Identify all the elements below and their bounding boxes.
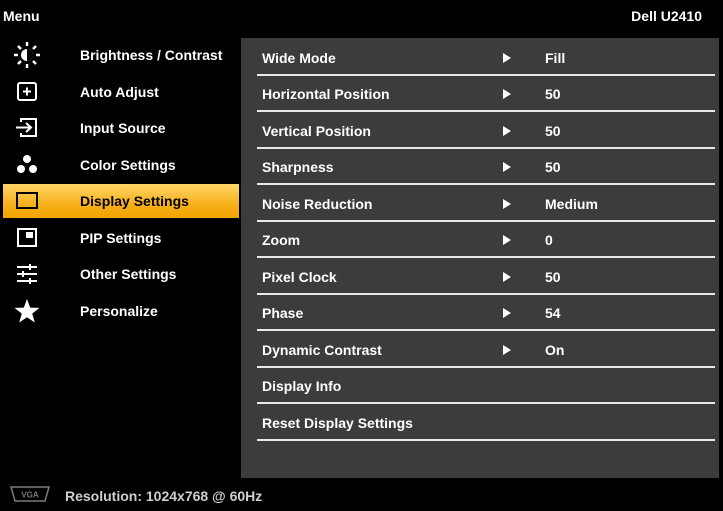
display-settings-icon (13, 188, 41, 214)
other-settings-icon (13, 261, 41, 287)
sidebar-item-label: Auto Adjust (80, 84, 159, 100)
option-sharpness[interactable]: Sharpness 50 (257, 149, 715, 185)
option-reset-display-settings[interactable]: Reset Display Settings (257, 405, 715, 441)
option-label: Display Info (262, 378, 342, 394)
option-value: On (545, 342, 565, 358)
option-value: 50 (545, 159, 561, 175)
option-value: Fill (545, 50, 566, 66)
arrow-right-icon (503, 53, 511, 63)
sidebar-item-auto-adjust[interactable]: Auto Adjust (3, 75, 239, 109)
divider (257, 256, 715, 258)
option-label: Noise Reduction (262, 196, 373, 212)
sidebar-item-label: Personalize (80, 303, 158, 319)
auto-adjust-icon (13, 79, 41, 105)
option-value: 50 (545, 86, 561, 102)
sidebar-item-other-settings[interactable]: Other Settings (3, 257, 239, 291)
option-label: Pixel Clock (262, 269, 337, 285)
divider (257, 329, 715, 331)
option-label: Phase (262, 305, 304, 321)
option-horizontal-position[interactable]: Horizontal Position 50 (257, 76, 715, 112)
option-value: 50 (545, 123, 561, 139)
sidebar-item-color-settings[interactable]: Color Settings (3, 148, 239, 182)
option-label: Zoom (262, 232, 301, 248)
arrow-right-icon (503, 235, 511, 245)
vga-connector-icon: VGA (8, 485, 52, 503)
option-label: Reset Display Settings (262, 415, 413, 431)
arrow-right-icon (503, 345, 511, 355)
option-display-info[interactable]: Display Info (257, 368, 715, 404)
option-pixel-clock[interactable]: Pixel Clock 50 (257, 259, 715, 295)
option-value: 0 (545, 232, 553, 248)
sidebar-item-label: Color Settings (80, 157, 176, 173)
sidebar-item-input-source[interactable]: Input Source (3, 111, 239, 145)
divider (257, 110, 715, 112)
option-label: Horizontal Position (262, 86, 390, 102)
sidebar-item-label: Input Source (80, 120, 166, 136)
arrow-right-icon (503, 199, 511, 209)
option-zoom[interactable]: Zoom 0 (257, 222, 715, 258)
sidebar-item-pip-settings[interactable]: PIP Settings (3, 221, 239, 255)
sidebar-item-display-settings[interactable]: Display Settings (3, 184, 239, 218)
option-phase[interactable]: Phase 54 (257, 295, 715, 331)
divider (257, 402, 715, 404)
color-settings-icon (13, 152, 41, 178)
option-label: Sharpness (262, 159, 334, 175)
option-value: 50 (545, 269, 561, 285)
arrow-right-icon (503, 89, 511, 99)
option-label: Wide Mode (262, 50, 336, 66)
status-bar: VGA Resolution: 1024x768 @ 60Hz (0, 480, 723, 511)
option-vertical-position[interactable]: Vertical Position 50 (257, 113, 715, 149)
brightness-icon (13, 42, 41, 68)
arrow-right-icon (503, 308, 511, 318)
svg-text:VGA: VGA (21, 491, 39, 500)
monitor-model: Dell U2410 (631, 8, 702, 24)
option-label: Dynamic Contrast (262, 342, 382, 358)
arrow-right-icon (503, 162, 511, 172)
sidebar-item-label: Brightness / Contrast (80, 47, 223, 63)
star-icon (13, 298, 41, 324)
sidebar-item-label: PIP Settings (80, 230, 162, 246)
sidebar-item-personalize[interactable]: Personalize (3, 294, 239, 328)
option-label: Vertical Position (262, 123, 371, 139)
divider (257, 183, 715, 185)
resolution-status: Resolution: 1024x768 @ 60Hz (65, 488, 263, 504)
pip-icon (13, 225, 41, 251)
arrow-right-icon (503, 272, 511, 282)
menu-title: Menu (3, 8, 40, 24)
top-bar: Menu Dell U2410 (0, 0, 723, 34)
option-wide-mode[interactable]: Wide Mode Fill (257, 40, 715, 76)
sidebar-item-label: Other Settings (80, 266, 177, 282)
display-settings-panel: Wide Mode Fill Horizontal Position 50 Ve… (241, 38, 719, 478)
option-value: Medium (545, 196, 598, 212)
sidebar-item-brightness-contrast[interactable]: Brightness / Contrast (3, 38, 239, 72)
input-source-icon (13, 115, 41, 141)
arrow-right-icon (503, 126, 511, 136)
sidebar: Brightness / Contrast Auto Adjust Input … (3, 38, 239, 478)
option-noise-reduction[interactable]: Noise Reduction Medium (257, 186, 715, 222)
divider (257, 439, 715, 441)
sidebar-item-label: Display Settings (80, 193, 189, 209)
option-value: 54 (545, 305, 561, 321)
option-dynamic-contrast[interactable]: Dynamic Contrast On (257, 332, 715, 368)
